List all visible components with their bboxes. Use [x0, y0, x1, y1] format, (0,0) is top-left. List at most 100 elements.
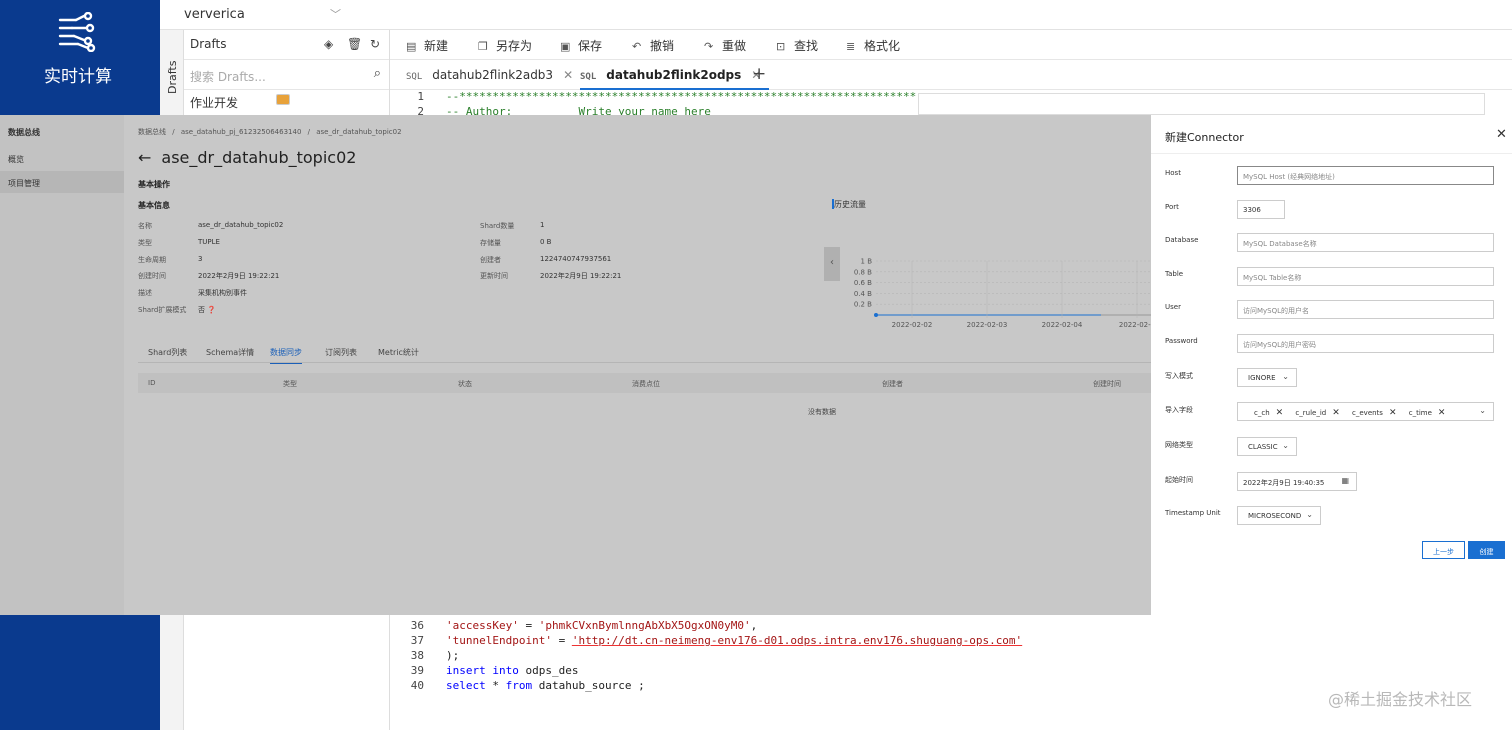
timestamp-unit-select[interactable]: MICROSECOND ⌄: [1237, 506, 1321, 525]
chart-svg: 1 B 0.8 B 0.6 B 0.4 B 0.2 B 2022-02-02 2022-02…: [854, 258, 1151, 329]
locate-icon[interactable]: ◈: [324, 37, 333, 51]
chart-point: [874, 313, 878, 317]
remove-icon[interactable]: ✕: [1438, 408, 1446, 418]
trash-icon[interactable]: 🗑: [347, 37, 362, 51]
column-header: 消费点位: [632, 380, 660, 388]
code-line: 'tunnelEndpoint' = 'http://dt.cn-neimeng…: [446, 634, 1022, 647]
help-icon[interactable]: ❓: [207, 306, 216, 314]
tab-label: datahub2flink2odps: [606, 68, 742, 82]
code-keyword: from: [505, 679, 533, 692]
nav-item-projects[interactable]: 项目管理: [8, 178, 40, 189]
info-key: 创建者: [480, 256, 501, 264]
save-button[interactable]: ▣ 保存: [560, 37, 602, 54]
find-button[interactable]: ⊡ 查找: [776, 37, 818, 54]
tab-data-sync[interactable]: 数据同步: [270, 347, 302, 364]
info-value: 否 ❓: [198, 305, 216, 315]
code-text: odps_des: [518, 664, 579, 677]
info-value: 采集机构别事件: [198, 289, 247, 297]
section-basic-info: 基本信息: [138, 201, 170, 210]
table-input[interactable]: MySQL Table名称: [1237, 267, 1494, 286]
drafts-search[interactable]: 搜索 Drafts... ⌕: [184, 60, 389, 90]
code-tail: ,: [750, 619, 758, 632]
import-fields-select[interactable]: c_ch ✕ c_rule_id ✕ c_events ✕ c_time ✕ ⌄: [1237, 402, 1494, 421]
tab-subscriptions[interactable]: 订阅列表: [325, 347, 357, 358]
search-input[interactable]: 搜索 Drafts...: [190, 68, 266, 85]
code-keyword: select: [446, 679, 486, 692]
remove-icon[interactable]: ✕: [1332, 408, 1340, 418]
tab-label: datahub2flink2adb3: [432, 68, 554, 82]
chevron-down-icon[interactable]: ﹀: [330, 6, 341, 22]
topic-detail: 数据总线 / ase_datahub_pj_61232506463140 / a…: [124, 115, 1151, 615]
start-time-picker[interactable]: 2022年2月9日 19:40:35 ▦: [1237, 472, 1357, 491]
refresh-icon[interactable]: ↻: [370, 37, 380, 51]
calendar-icon: ▦: [1341, 476, 1349, 485]
info-value: 2022年2月9日 19:22:21: [198, 272, 280, 280]
back-arrow-icon[interactable]: ←: [138, 148, 151, 167]
new-button[interactable]: ▤ 新建: [406, 37, 448, 54]
redo-button[interactable]: ↷ 重做: [704, 37, 746, 54]
password-input[interactable]: 访问MySQL的用户密码: [1237, 334, 1494, 353]
close-icon[interactable]: ✕: [563, 68, 573, 82]
field-label-timestamp-unit: Timestamp Unit: [1165, 509, 1221, 517]
undo-button[interactable]: ↶ 撤销: [632, 37, 674, 54]
write-mode-value: IGNORE: [1248, 374, 1276, 382]
breadcrumb-item[interactable]: ase_datahub_pj_61232506463140: [181, 128, 302, 136]
tab-shard-list[interactable]: Shard列表: [148, 347, 187, 358]
database-input[interactable]: MySQL Database名称: [1237, 233, 1494, 252]
line-number: 37: [410, 634, 424, 647]
port-input[interactable]: 3306: [1237, 200, 1285, 219]
project-select[interactable]: ververica: [184, 7, 245, 22]
line-number: 36: [410, 619, 424, 632]
remove-icon[interactable]: ✕: [1276, 408, 1284, 418]
host-input[interactable]: MySQL Host (经典网络地址): [1237, 166, 1494, 185]
tab-datahub2flink2odps[interactable]: SQL datahub2flink2odps ✕: [580, 60, 770, 90]
add-tab-icon[interactable]: +: [752, 64, 766, 84]
create-button[interactable]: 创建: [1468, 541, 1505, 559]
new-label: 新建: [424, 39, 449, 53]
remove-icon[interactable]: ✕: [1389, 408, 1397, 418]
save-as-button[interactable]: ❐ 另存为: [478, 37, 532, 54]
editor-toolbar: ▤ 新建 ❐ 另存为 ▣ 保存 ↶ 撤销 ↷ 重做 ⊡ 查找 ≣ 格式化: [390, 30, 1512, 60]
chart-x-tick-label: 2022-02-03: [967, 321, 1008, 329]
breadcrumb-item[interactable]: 数据总线: [138, 128, 166, 136]
format-button[interactable]: ≣ 格式化: [846, 37, 900, 54]
tab-metrics[interactable]: Metric统计: [378, 347, 419, 358]
info-key: 生命周期: [138, 256, 166, 264]
undo-label: 撤销: [650, 39, 675, 53]
suggestion-popup: [918, 93, 1485, 115]
undo-icon: ↶: [632, 40, 642, 53]
brand-title: 实时计算: [44, 67, 112, 87]
search-icon[interactable]: ⌕: [374, 66, 381, 81]
dialog-title: 新建Connector: [1165, 131, 1244, 144]
user-input[interactable]: 访问MySQL的用户名: [1237, 300, 1494, 319]
vertical-tab-label: Drafts: [166, 60, 179, 94]
info-value: ase_dr_datahub_topic02: [198, 221, 284, 229]
nav-item-overview[interactable]: 概览: [8, 154, 24, 165]
folder-item[interactable]: 作业开发: [190, 94, 290, 111]
new-connector-dialog: 新建Connector ✕ Host MySQL Host (经典网络地址) P…: [1151, 115, 1512, 615]
chevron-down-icon: ⌄: [1282, 372, 1289, 381]
timestamp-unit-value: MICROSECOND: [1248, 512, 1302, 520]
new-file-icon: ▤: [406, 40, 417, 53]
field-label-database: Database: [1165, 236, 1199, 244]
code-key: 'accessKey': [446, 619, 519, 632]
line-number: 1: [417, 90, 424, 103]
tab-schema[interactable]: Schema详情: [206, 347, 254, 358]
breadcrumb: 数据总线 / ase_datahub_pj_61232506463140 / a…: [138, 127, 402, 137]
info-value: 1224740747937561: [540, 255, 612, 263]
field-chip-label: c_events: [1352, 409, 1383, 417]
tab-datahub2flink2adb3[interactable]: SQL datahub2flink2adb3 ✕: [406, 60, 573, 90]
close-icon[interactable]: ✕: [1496, 127, 1507, 142]
line-number: 39: [410, 664, 424, 677]
sql-icon: SQL: [580, 72, 597, 82]
network-select[interactable]: CLASSIC ⌄: [1237, 437, 1297, 456]
save-as-label: 另存为: [496, 39, 533, 53]
drafts-header: Drafts ◈ 🗑 ↻: [184, 30, 389, 60]
write-mode-select[interactable]: IGNORE ⌄: [1237, 368, 1297, 387]
field-label-write-mode: 写入模式: [1165, 372, 1193, 380]
column-header: 创建者: [882, 380, 903, 388]
field-label-user: User: [1165, 303, 1181, 311]
field-chip: c_rule_id ✕: [1295, 408, 1339, 418]
drafts-title: Drafts: [190, 37, 227, 51]
previous-step-button[interactable]: 上一步: [1422, 541, 1465, 559]
